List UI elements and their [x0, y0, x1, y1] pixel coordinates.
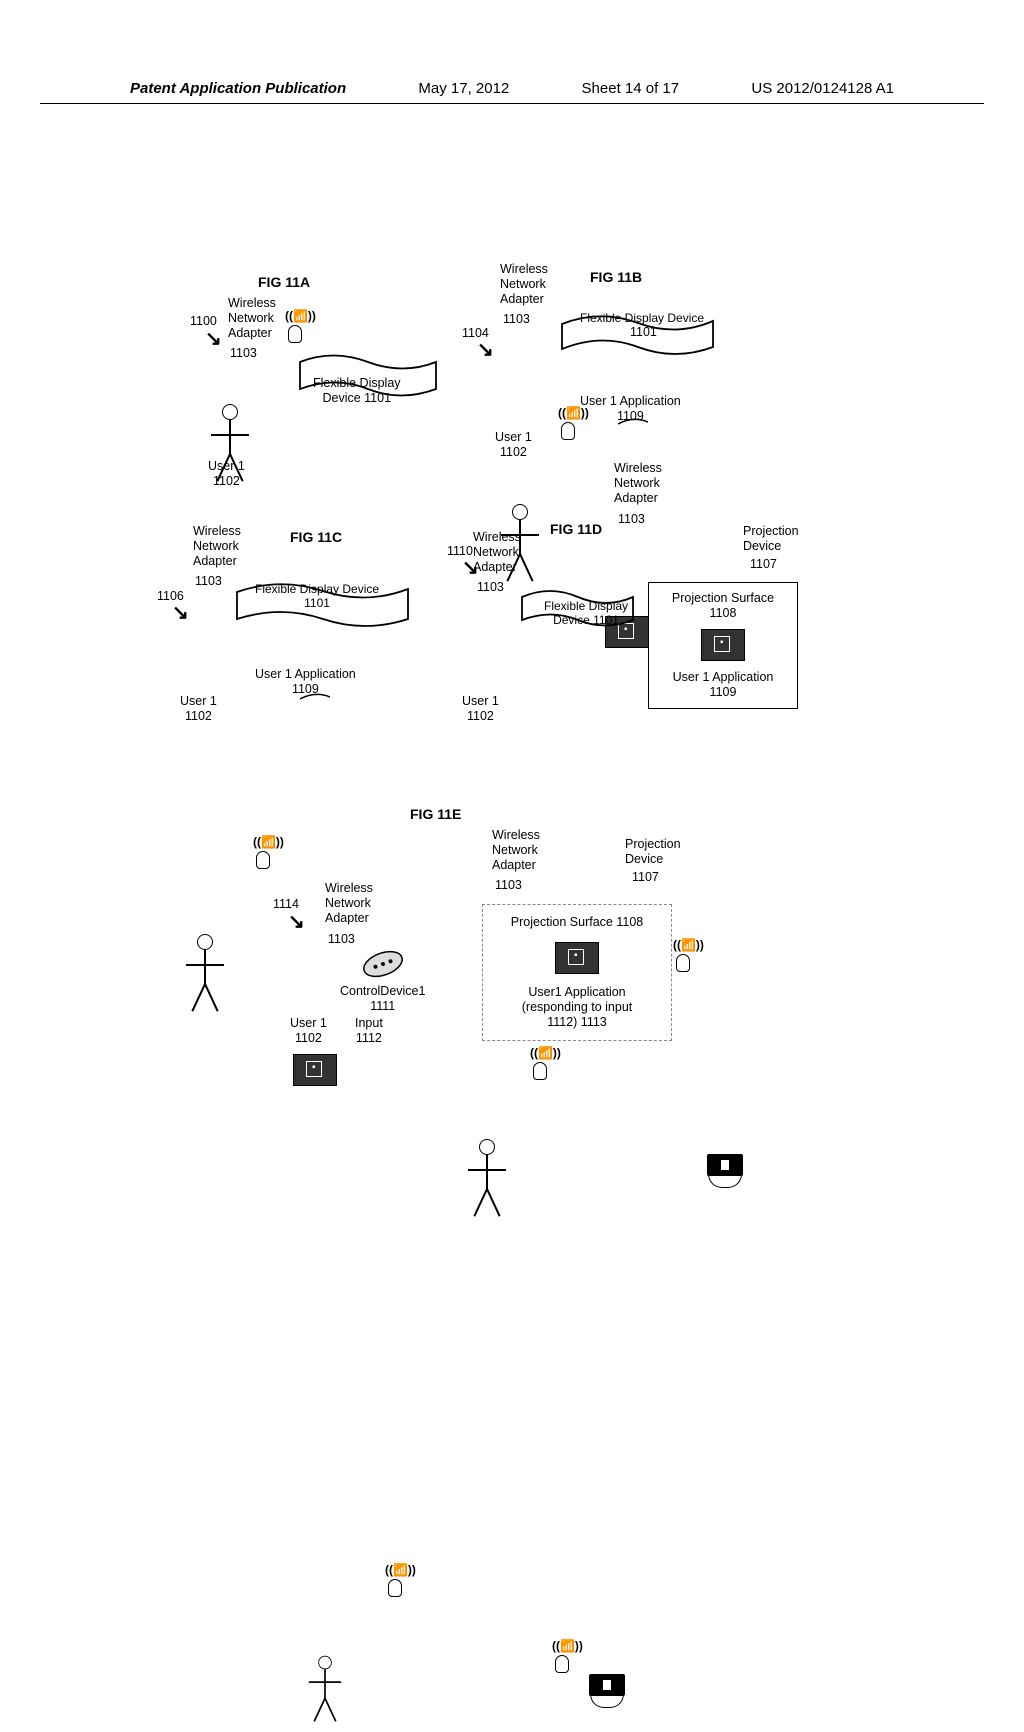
- user1-label-c: User 11102: [180, 694, 217, 724]
- adapter-num-d2: 1103: [477, 580, 504, 595]
- projector-icon: [700, 1154, 750, 1189]
- user1-label-a: User 11102: [208, 459, 245, 489]
- page-header: Patent Application Publication May 17, 2…: [40, 0, 984, 104]
- fig-11a-title: FIG 11A: [258, 274, 310, 290]
- projection-surface: Projection Surface1108 ▪ User 1 Applicat…: [648, 582, 798, 709]
- flex-display-label-a: Flexible DisplayDevice 1101: [313, 376, 401, 406]
- adapter-label-b: Wireless Network Adapter: [500, 262, 548, 307]
- header-date: May 17, 2012: [418, 80, 509, 97]
- fig-11c-title: FIG 11C: [290, 529, 342, 545]
- arrow-icon: ↘: [288, 909, 305, 934]
- adapter-num-b: 1103: [503, 312, 530, 327]
- fig-11e-title: FIG 11E: [410, 806, 461, 822]
- app-window-icon: ▪: [555, 942, 599, 974]
- proj-surface-label-e: Projection Surface 1108: [493, 915, 661, 942]
- user1-label-b: User 11102: [495, 430, 532, 460]
- app-window-icon: ▪: [701, 629, 745, 661]
- proj-device-num-d: 1107: [750, 557, 777, 572]
- fig-11d-title: FIG 11D: [550, 521, 602, 537]
- wireless-adapter-icon: ((📶)): [243, 835, 283, 875]
- wireless-adapter-icon: ((📶)): [375, 1563, 415, 1603]
- proj-device-num-e: 1107: [632, 870, 659, 885]
- header-pubno: US 2012/0124128 A1: [751, 80, 894, 97]
- adapter-label-a: Wireless Network Adapter: [228, 296, 276, 341]
- user1-app-resp-label: User1 Application (responding to input 1…: [493, 985, 661, 1030]
- remote-control-icon: [358, 944, 408, 987]
- wireless-adapter-icon: ((📶)): [275, 309, 315, 349]
- projector-icon: [582, 1674, 632, 1709]
- user-icon: [185, 934, 225, 1024]
- wireless-adapter-icon: ((📶)): [542, 1639, 582, 1679]
- arrow-icon: ↘: [205, 326, 222, 351]
- adapter-label-c: Wireless Network Adapter: [193, 524, 241, 569]
- curve-line: [618, 416, 648, 431]
- user-icon: [308, 1656, 342, 1732]
- user-icon: [467, 1139, 507, 1229]
- user1-app-label-d: User 1 Application1109: [657, 670, 789, 700]
- user1-label-d: User 11102: [462, 694, 499, 724]
- proj-device-label-e: Projection Device: [625, 837, 681, 867]
- adapter-label-d2: Wireless Network Adapter: [473, 530, 521, 575]
- adapter-num-c: 1103: [195, 574, 222, 589]
- app-window-icon: ▪: [293, 1054, 337, 1086]
- projection-surface-dashed: Projection Surface 1108 ▪ User1 Applicat…: [482, 904, 672, 1041]
- input-label: Input1112: [355, 1016, 383, 1046]
- header-publication: Patent Application Publication: [130, 80, 346, 97]
- curve-line: [300, 691, 330, 706]
- fig-11b-title: FIG 11B: [590, 269, 642, 285]
- control-device-label: ControlDevice11111: [340, 984, 425, 1014]
- adapter-num-e1: 1103: [328, 932, 355, 947]
- arrow-icon: ↘: [477, 337, 494, 362]
- adapter-num-e2: 1103: [495, 878, 522, 893]
- arrow-icon: ↘: [462, 555, 479, 580]
- header-sheet: Sheet 14 of 17: [582, 80, 680, 97]
- proj-device-label-d: Projection Device: [743, 524, 799, 554]
- flex-display-label-b: Flexible Display Device: [580, 311, 704, 325]
- proj-surface-label-d: Projection Surface1108: [657, 591, 789, 621]
- flex-display-num-b: 1101: [630, 325, 657, 340]
- adapter-label-e1: Wireless Network Adapter: [325, 881, 373, 926]
- flex-display-label-c: Flexible Display Device1101: [255, 582, 379, 611]
- wireless-adapter-icon: ((📶)): [520, 1046, 560, 1086]
- adapter-label-e2: Wireless Network Adapter: [492, 828, 540, 873]
- figure-content: FIG 11A 1100 ↘ Wireless Network Adapter …: [0, 104, 1024, 1304]
- flex-display-label-d: Flexible DisplayDevice 1101: [544, 599, 628, 628]
- arrow-icon: ↘: [172, 600, 189, 625]
- adapter-label-d1: Wireless Network Adapter: [614, 461, 662, 506]
- adapter-num-d1: 1103: [618, 512, 645, 527]
- user1-label-e: User 11102: [290, 1016, 327, 1046]
- adapter-num-a: 1103: [230, 346, 257, 361]
